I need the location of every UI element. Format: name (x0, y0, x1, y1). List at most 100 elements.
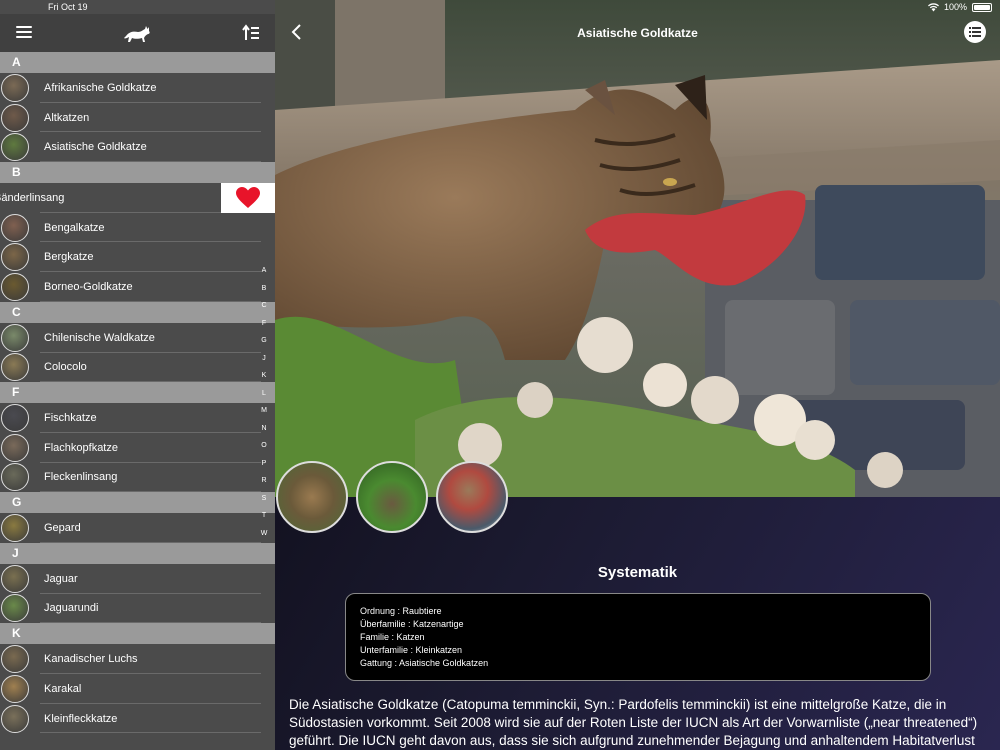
species-thumbnail (1, 213, 29, 242)
species-thumbnail (1, 243, 29, 272)
list-item[interactable]: Jaguar (0, 564, 275, 594)
index-letter[interactable]: P (257, 455, 271, 473)
index-letter[interactable]: F (257, 315, 271, 333)
species-thumbnail (1, 323, 29, 352)
index-letter[interactable]: W (257, 525, 271, 543)
section-header-j: J (0, 542, 275, 564)
row-divider (40, 300, 261, 302)
species-thumbnail (1, 463, 29, 492)
species-name: Jaguar (44, 572, 78, 585)
species-name: Fleckenlinsang (44, 471, 118, 484)
index-letter[interactable]: O (257, 437, 271, 455)
systematics-box: Ordnung : Raubtiere Überfamilie : Katzen… (345, 593, 931, 681)
index-letter[interactable]: M (257, 402, 271, 420)
species-name: Kanadischer Luchs (44, 653, 138, 666)
list-item[interactable]: Bergkatze (0, 242, 275, 273)
list-item[interactable]: Borneo-Goldkatze (0, 272, 275, 302)
list-item[interactable]: Kleinfleckkatze (0, 704, 275, 734)
species-thumbnail (1, 73, 29, 102)
index-letter[interactable]: G (257, 332, 271, 350)
species-thumbnail (1, 404, 29, 433)
systematics-order: Ordnung : Raubtiere (360, 606, 442, 616)
row-divider (40, 541, 261, 543)
species-description: Die Asiatische Goldkatze (Catopuma temmi… (289, 697, 978, 748)
wifi-icon (927, 2, 939, 11)
species-thumbnail (1, 564, 29, 593)
index-letter[interactable]: S (257, 490, 271, 508)
hamburger-menu-icon[interactable] (16, 26, 32, 40)
index-letter[interactable]: J (257, 350, 271, 368)
section-header-c: C (0, 301, 275, 323)
alphabet-index[interactable]: ABCFGJKLMNOPRSTW (257, 262, 271, 542)
index-letter[interactable]: K (257, 367, 271, 385)
index-letter[interactable]: T (257, 507, 271, 525)
species-name: Borneo-Goldkatze (44, 280, 133, 293)
detail-view: Asiatische Goldkatze Systematik Ordnung … (275, 0, 1000, 750)
list-view-button[interactable] (964, 21, 986, 43)
status-indicators: 100% (927, 2, 992, 12)
index-letter[interactable]: R (257, 472, 271, 490)
index-letter[interactable]: A (257, 262, 271, 280)
index-letter[interactable]: N (257, 420, 271, 438)
page-title: Asiatische Goldkatze (577, 26, 698, 40)
species-thumbnail (1, 645, 29, 674)
favorite-button[interactable] (221, 183, 275, 213)
list-item[interactable]: Asiatische Goldkatze (0, 132, 275, 163)
list-item[interactable]: Jaguarundi (0, 594, 275, 624)
species-list: A Afrikanische Goldkatze Altkatzen Asiatisc… (0, 52, 275, 734)
gallery-photo-1[interactable] (276, 461, 348, 533)
list-item[interactable]: Fischkatze (0, 403, 275, 433)
species-name: Jaguarundi (44, 602, 99, 615)
sort-list-icon[interactable] (241, 23, 261, 43)
list-item[interactable]: Afrikanische Goldkatze (0, 73, 275, 103)
list-item[interactable]: Colocolo (0, 353, 275, 383)
species-thumbnail (1, 103, 29, 132)
species-thumbnail (1, 353, 29, 382)
row-divider (40, 491, 261, 493)
index-letter[interactable]: B (257, 280, 271, 298)
species-name: Asiatische Goldkatze (44, 141, 147, 154)
section-header-f: F (0, 382, 275, 404)
list-item[interactable]: Fleckenlinsang (0, 463, 275, 493)
species-name: Colocolo (44, 361, 87, 374)
species-thumbnail (1, 674, 29, 703)
row-divider (40, 381, 261, 383)
species-name: Bänderlinsang (0, 191, 65, 204)
index-letter[interactable]: L (257, 385, 271, 403)
species-name: Afrikanische Goldkatze (44, 81, 157, 94)
gallery-photo-2[interactable] (356, 461, 428, 533)
list-icon (969, 27, 981, 37)
sidebar-toolbar (0, 14, 275, 52)
hero-photo (275, 0, 1000, 497)
systematics-superfamily: Überfamilie : Katzenartige (360, 619, 464, 629)
list-item[interactable]: Flachkopfkatze (0, 433, 275, 463)
list-item[interactable]: Karakal (0, 674, 275, 704)
cat-logo-icon (124, 26, 150, 42)
battery-percent: 100% (943, 2, 967, 12)
section-header-a: A (0, 52, 275, 73)
list-item[interactable]: Chilenische Waldkatze (0, 323, 275, 353)
row-divider (40, 161, 261, 163)
species-sidebar: A Afrikanische Goldkatze Altkatzen Asiatisc… (0, 0, 275, 750)
list-item[interactable]: Bengalkatze (0, 213, 275, 243)
species-thumbnail (1, 594, 29, 623)
species-name: Altkatzen (44, 111, 90, 124)
list-item[interactable]: Gepard (0, 513, 275, 543)
systematics-heading: Systematik (597, 564, 678, 581)
species-thumbnail (1, 433, 29, 462)
species-name: Bergkatze (44, 251, 94, 264)
list-item[interactable]: Kanadischer Luchs (0, 644, 275, 674)
list-item[interactable]: Altkatzen (0, 103, 275, 133)
species-thumbnail (1, 704, 29, 733)
gallery-photo-3[interactable] (436, 461, 508, 533)
list-item[interactable]: Bänderlinsang (0, 183, 275, 213)
section-header-b: B (0, 162, 275, 184)
species-thumbnail (1, 272, 29, 301)
status-date: Fri Oct 19 (48, 2, 88, 12)
species-name: Flachkopfkatze (44, 441, 118, 454)
systematics-genus: Gattung : Asiatische Goldkatzen (360, 658, 489, 668)
photo-gallery (275, 461, 1000, 533)
section-header-g: G (0, 492, 275, 514)
species-name: Chilenische Waldkatze (44, 331, 155, 344)
index-letter[interactable]: C (257, 297, 271, 315)
